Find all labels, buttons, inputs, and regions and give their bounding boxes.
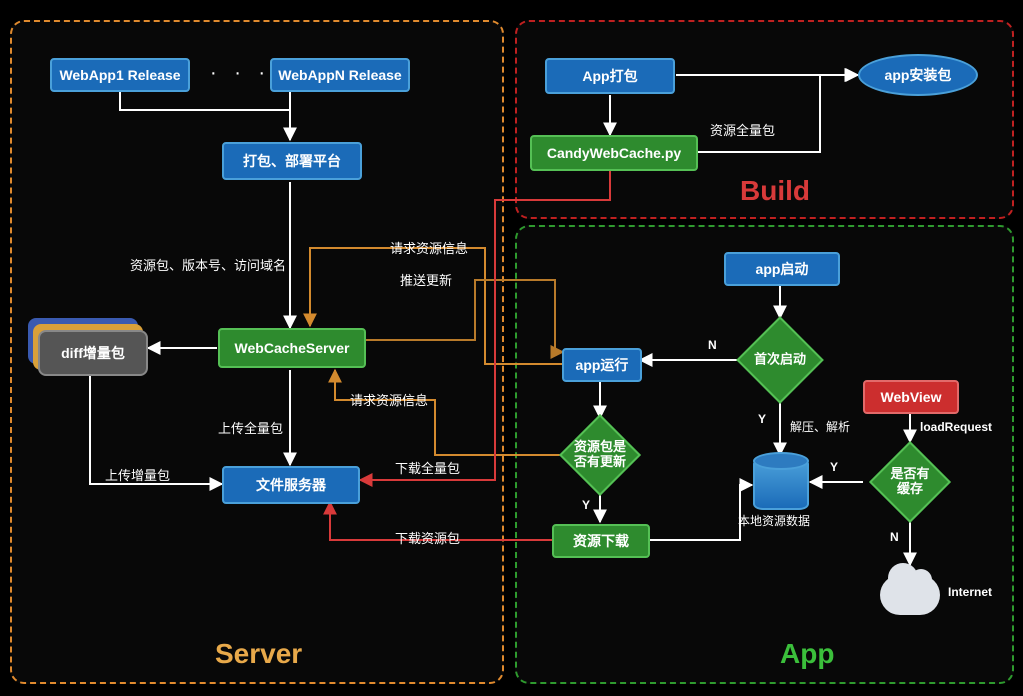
edge-push-update: 推送更新	[400, 270, 452, 289]
webview-node: WebView	[863, 380, 959, 414]
webcacheserver-node: WebCacheServer	[218, 328, 366, 368]
edge-load-request: loadRequest	[920, 420, 992, 434]
edge-has-cache-y: Y	[830, 460, 838, 474]
app-install-pkg-node: app安装包	[858, 54, 978, 96]
webapp1-release-node: WebApp1 Release	[50, 58, 190, 92]
internet-cloud-icon	[880, 575, 940, 615]
edge-first-launch-y: Y	[758, 412, 766, 426]
app-pack-node: App打包	[545, 58, 675, 94]
edge-res-version-domain: 资源包、版本号、访问域名	[130, 255, 286, 274]
candy-webcache-node: CandyWebCache.py	[530, 135, 698, 171]
edge-req-res-info-bot: 请求资源信息	[350, 390, 428, 409]
edge-local-res-data: 本地资源数据	[738, 512, 810, 529]
internet-label: Internet	[948, 585, 992, 599]
webappn-release-node: WebAppN Release	[270, 58, 410, 92]
app-start-node: app启动	[724, 252, 840, 286]
pack-deploy-platform-node: 打包、部署平台	[222, 142, 362, 180]
edge-download-res-pkg: 下载资源包	[395, 528, 460, 547]
resource-download-node: 资源下载	[552, 524, 650, 558]
edge-has-cache-n: N	[890, 530, 899, 544]
app-run-node: app运行	[562, 348, 642, 382]
build-panel-label: Build	[740, 175, 810, 207]
local-resource-db	[753, 458, 809, 510]
edge-res-update-y: Y	[582, 498, 590, 512]
edge-res-full-pkg: 资源全量包	[710, 120, 775, 139]
edge-upload-full-pkg: 上传全量包	[218, 418, 283, 437]
edge-first-launch-n: N	[708, 338, 717, 352]
app-panel-label: App	[780, 638, 834, 670]
edge-req-res-info-top: 请求资源信息	[390, 238, 468, 257]
file-server-node: 文件服务器	[222, 466, 360, 504]
edge-unzip-parse: 解压、解析	[790, 418, 850, 435]
edge-upload-inc-pkg: 上传增量包	[105, 465, 170, 484]
diff-incremental-pkg-node: diff增量包	[38, 330, 148, 376]
ellipsis-label: · · ·	[210, 62, 271, 85]
edge-download-full-pkg: 下载全量包	[395, 458, 460, 477]
server-panel-label: Server	[215, 638, 302, 670]
